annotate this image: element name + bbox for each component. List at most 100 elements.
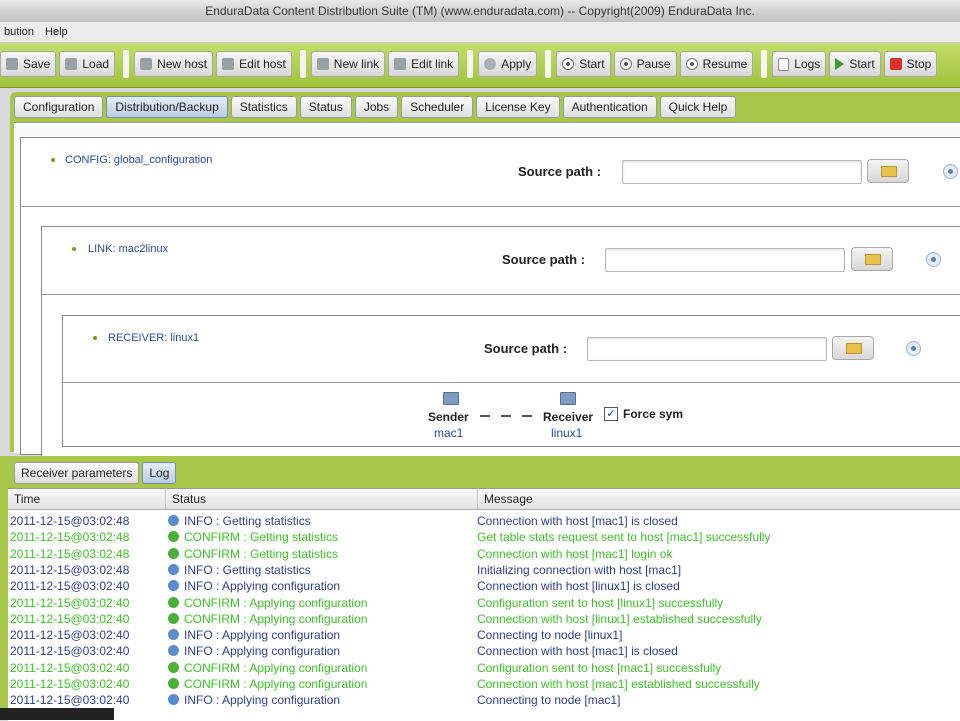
config-browse-button[interactable] (867, 159, 909, 183)
check-icon (168, 612, 179, 624)
stop-button[interactable]: Stop (883, 51, 938, 77)
receiver-source-path-input[interactable] (587, 337, 827, 361)
table-row[interactable]: 2011-12-15@03:02:40 INFO : Applying confi… (8, 692, 960, 708)
tab-statistics[interactable]: Statistics (230, 96, 297, 118)
log-status-text: INFO : Getting statistics (184, 514, 311, 528)
info-icon (168, 515, 179, 526)
menu-distribution[interactable]: bution (0, 22, 38, 42)
config-header: CONFIG: global_configuration Source path… (21, 138, 960, 207)
config-source-path-input[interactable] (622, 160, 862, 184)
toolbar-separator (467, 50, 474, 78)
tab-authentication[interactable]: Authentication (562, 96, 657, 118)
tab-jobs[interactable]: Jobs (354, 96, 399, 118)
connector-dash (501, 415, 511, 417)
link-source-path-label: Source path : (502, 252, 586, 267)
info-icon (168, 694, 179, 706)
log-status-text: INFO : Applying configuration (184, 693, 341, 708)
log-message: Connecting to node [mac1] (477, 693, 621, 708)
save-icon (6, 58, 18, 70)
tab-log[interactable]: Log (142, 462, 177, 484)
connector-dash (480, 415, 490, 417)
table-row[interactable]: 2011-12-15@03:02:40 CONFIRM : Applying co… (8, 660, 960, 676)
config-expand-icon[interactable] (943, 164, 958, 179)
tab-status[interactable]: Status (299, 96, 352, 118)
table-row[interactable]: 2011-12-15@03:02:48 CONFIRM : Getting sta… (8, 546, 960, 562)
resume-button[interactable]: Resume (679, 51, 754, 77)
column-header-status[interactable]: Status (166, 489, 478, 509)
check-icon (168, 596, 179, 608)
table-row[interactable]: 2011-12-15@03:02:48 INFO : Getting statis… (8, 513, 960, 529)
link-source-path-input[interactable] (605, 248, 845, 272)
link-node-label[interactable]: LINK: mac2linux (88, 243, 168, 255)
receiver-host[interactable]: linux1 (551, 426, 582, 440)
receiver-source-path-label: Source path : (484, 341, 568, 356)
table-row[interactable]: 2011-12-15@03:02:40 CONFIRM : Applying co… (8, 595, 960, 611)
tab-scheduler[interactable]: Scheduler (401, 96, 474, 118)
table-row[interactable]: 2011-12-15@03:02:40 INFO : Applying confi… (8, 643, 960, 659)
column-header-time[interactable]: Time (8, 489, 166, 509)
link-expand-icon[interactable] (926, 252, 941, 267)
bullet-icon (72, 247, 76, 251)
log-message: Connecting to node [linux1] (477, 628, 623, 643)
pause-button[interactable]: Pause (613, 51, 677, 77)
edit-icon (394, 58, 407, 70)
receiver-node-label[interactable]: RECEIVER: linux1 (108, 332, 199, 344)
link-icon (316, 58, 329, 70)
bullet-icon (93, 336, 97, 340)
folder-icon (865, 254, 881, 265)
apply-button[interactable]: Apply (478, 51, 538, 77)
bullet-icon (51, 158, 55, 162)
check-icon (168, 531, 179, 543)
receiver-expand-icon[interactable] (906, 341, 921, 356)
config-node-label[interactable]: CONFIG: global_configuration (65, 154, 212, 166)
table-row[interactable]: 2011-12-15@03:02:40 CONFIRM : Applying co… (8, 611, 960, 627)
menu-help[interactable]: Help (41, 22, 72, 42)
log-message: Connection with host [mac1] login ok (477, 546, 673, 561)
log-time: 2011-12-15@03:02:40 (10, 611, 130, 626)
tab-distribution-backup[interactable]: Distribution/Backup (106, 96, 228, 118)
start-button[interactable]: Start (556, 51, 611, 77)
log-message: Connection with host [mac1] established … (477, 677, 760, 691)
new-link-button[interactable]: New link (310, 51, 386, 77)
log-message: Connection with host [linux1] establishe… (477, 611, 762, 626)
radio-icon (562, 58, 575, 70)
edit-link-button[interactable]: Edit link (388, 51, 460, 77)
log-time: 2011-12-15@03:02:40 (10, 595, 130, 610)
start-service-button[interactable]: Start (829, 51, 881, 77)
table-row[interactable]: 2011-12-15@03:02:40 CONFIRM : Applying co… (8, 676, 960, 692)
save-button[interactable]: Save (0, 51, 57, 77)
load-button[interactable]: Load (59, 51, 116, 77)
edit-host-button[interactable]: Edit host (216, 51, 292, 77)
sender-host[interactable]: mac1 (434, 426, 463, 440)
logs-button[interactable]: Logs (772, 51, 827, 77)
main-tabs: Configuration Distribution/Backup Statis… (14, 96, 739, 120)
link-browse-button[interactable] (851, 247, 893, 271)
log-time: 2011-12-15@03:02:48 (10, 530, 130, 545)
force-sym-checkbox[interactable]: ✓ (604, 407, 618, 421)
table-row[interactable]: 2011-12-15@03:02:40 INFO : Applying confi… (8, 578, 960, 594)
tab-quick-help[interactable]: Quick Help (659, 96, 737, 118)
new-host-button[interactable]: New host (134, 51, 214, 77)
table-row[interactable]: 2011-12-15@03:02:48 CONFIRM : Getting sta… (8, 529, 960, 545)
column-header-message[interactable]: Message (478, 489, 960, 509)
log-message: Get table stats request sent to host [ma… (477, 530, 771, 545)
tab-receiver-parameters[interactable]: Receiver parameters (14, 462, 140, 484)
receiver-box: RECEIVER: linux1 Source path : Sender ma… (62, 315, 960, 447)
log-table: Time Status Message 2011-12-15@03:02:48 I… (8, 488, 960, 721)
table-row[interactable]: 2011-12-15@03:02:40 INFO : Applying confi… (8, 627, 960, 643)
tab-configuration[interactable]: Configuration (14, 96, 104, 118)
log-status: INFO : Getting statistics (168, 562, 476, 578)
log-status-text: INFO : Applying configuration (184, 644, 341, 659)
tab-license-key[interactable]: License Key (476, 96, 560, 118)
table-row[interactable]: 2011-12-15@03:02:48 INFO : Getting statis… (8, 562, 960, 578)
receiver-browse-button[interactable] (832, 336, 874, 360)
log-message: Configuration sent to host [linux1] succ… (477, 595, 724, 610)
toolbar-separator (761, 50, 768, 78)
log-message: Configuration sent to host [mac1] succes… (477, 660, 722, 675)
load-icon (65, 58, 78, 70)
computer-icon (443, 392, 459, 405)
link-header: LINK: mac2linux Source path : (42, 227, 960, 295)
toolbar-separator (545, 50, 552, 78)
radio-icon (685, 58, 698, 70)
edit-icon (222, 58, 235, 70)
